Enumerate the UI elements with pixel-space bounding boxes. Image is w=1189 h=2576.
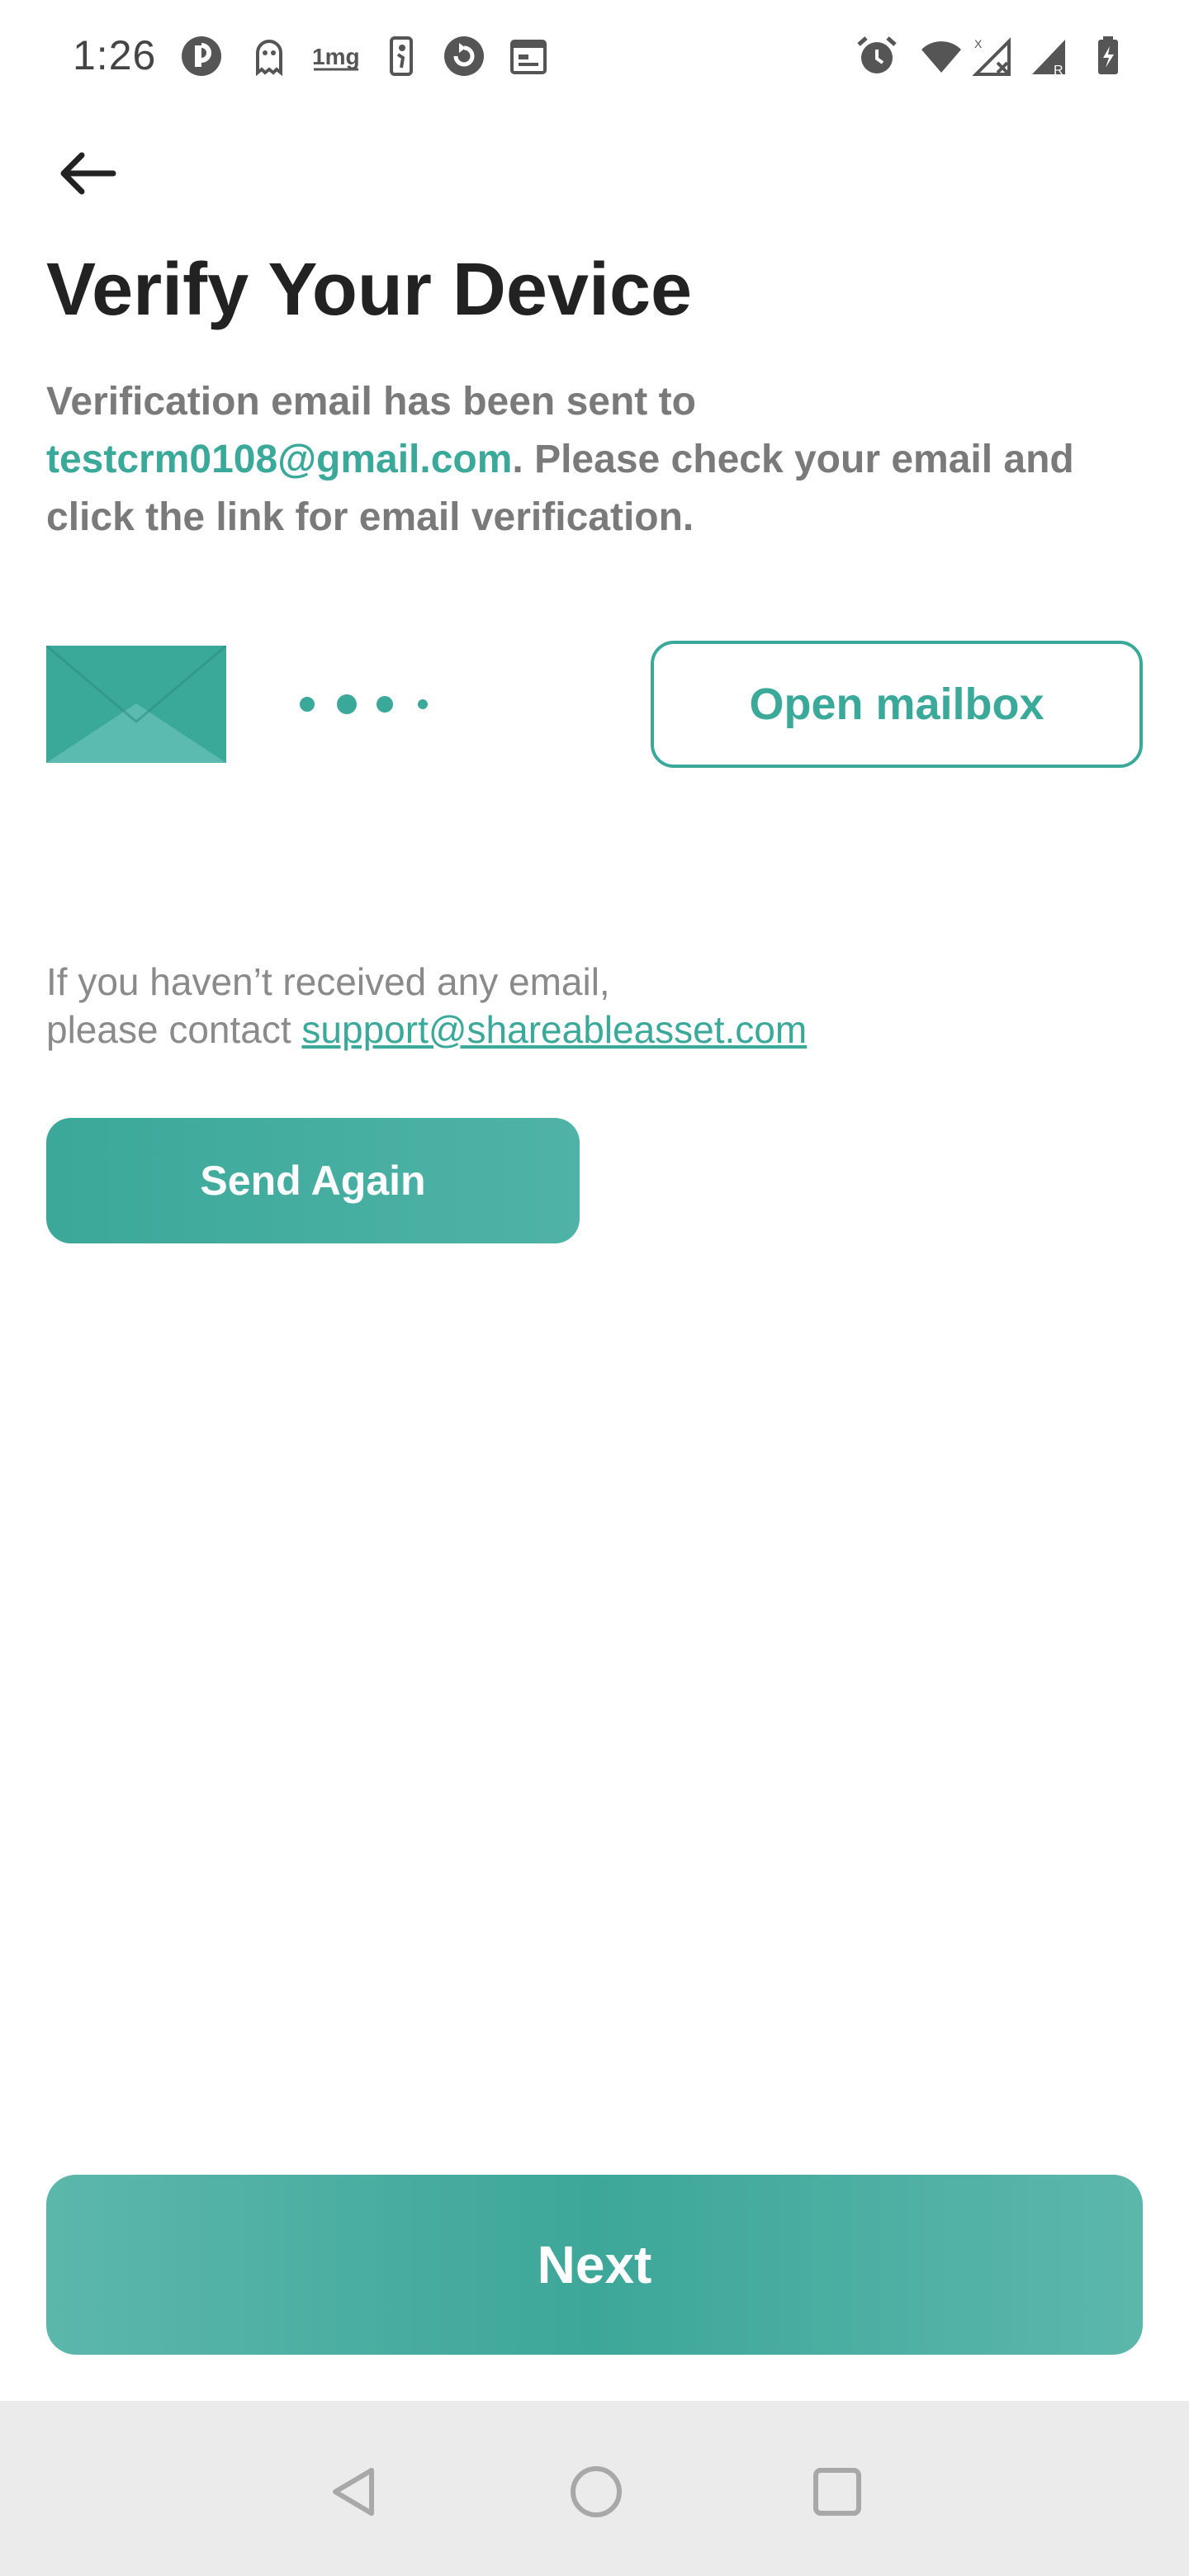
envelope-icon — [46, 646, 226, 763]
circle-home-icon — [571, 2466, 622, 2517]
system-nav-bar — [0, 2401, 1189, 2576]
recipient-email: testcrm0108@gmail.com — [46, 438, 513, 481]
verify-device-screen: 1:26 1mg X R Verify Your Device Verifica… — [0, 0, 1189, 2576]
send-again-button[interactable]: Send Again — [46, 1118, 580, 1243]
status-bar: 1:26 1mg X R — [0, 0, 1189, 116]
progress-dots-icon — [300, 694, 428, 714]
wifi-icon — [920, 35, 963, 78]
nav-back-button[interactable] — [322, 2459, 388, 2525]
nav-recents-button[interactable] — [804, 2459, 870, 2525]
refresh-circle-icon — [443, 35, 486, 78]
next-button[interactable]: Next — [46, 2175, 1143, 2355]
signal-x-icon: X — [973, 35, 1016, 78]
calendar-icon — [507, 35, 550, 78]
battery-charging-icon — [1087, 35, 1130, 78]
svg-text:R: R — [1054, 64, 1063, 78]
help-line-2: please contact support@shareableasset.co… — [46, 1006, 1120, 1054]
open-mailbox-button[interactable]: Open mailbox — [651, 641, 1143, 768]
triangle-back-icon — [333, 2468, 374, 2516]
description-prefix: Verification email has been sent to — [46, 380, 696, 424]
signal-r-icon: R — [1029, 35, 1072, 78]
1mg-icon: 1mg — [310, 35, 363, 78]
help-line-1: If you haven’t received any email, — [46, 960, 610, 1003]
support-email-link[interactable]: support@shareableasset.com — [301, 1008, 807, 1051]
arrow-left-icon — [60, 152, 116, 195]
nav-home-button[interactable] — [563, 2459, 629, 2525]
svg-text:X: X — [974, 37, 983, 50]
back-button[interactable] — [50, 140, 124, 206]
svg-text:1mg: 1mg — [312, 44, 360, 69]
verification-description: Verification email has been sent to test… — [46, 373, 1153, 547]
alarm-icon — [855, 35, 898, 78]
page-title: Verify Your Device — [46, 249, 693, 331]
help-line-2-prefix: please contact — [46, 1008, 302, 1051]
help-text: If you haven’t received any email, pleas… — [46, 958, 1120, 1054]
square-recents-icon — [813, 2468, 861, 2516]
ghost-icon — [248, 35, 291, 78]
nba-icon — [380, 35, 423, 78]
status-time: 1:26 — [73, 32, 157, 78]
circle-r-icon — [180, 35, 223, 78]
